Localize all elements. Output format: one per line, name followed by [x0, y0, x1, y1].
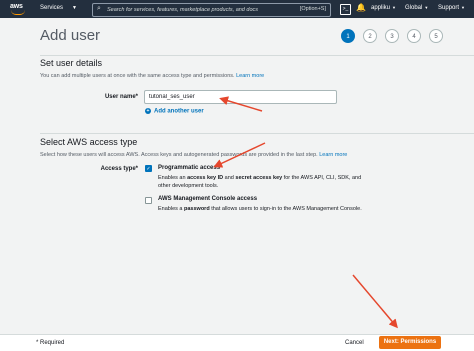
step-1[interactable]: 1: [341, 29, 355, 43]
cancel-button[interactable]: Cancel: [345, 340, 364, 346]
search-icon: ⌕: [97, 5, 101, 12]
details-section-title: Set user details: [40, 58, 103, 68]
bell-icon[interactable]: 🔔: [356, 3, 366, 12]
username-label: User name*: [104, 94, 138, 100]
required-note: * Required: [36, 340, 65, 346]
account-menu[interactable]: appliku ▼: [371, 5, 396, 11]
programmatic-desc-prefix: Enables an: [158, 175, 188, 181]
aws-logo-text: aws: [10, 3, 23, 10]
console-desc-password: password: [184, 206, 210, 212]
aws-smile-icon: [11, 10, 25, 15]
search-input[interactable]: [107, 4, 277, 16]
aws-logo[interactable]: aws: [10, 3, 28, 15]
add-another-user-label: Add another user: [154, 108, 204, 115]
section-divider: [40, 133, 474, 134]
check-icon: ✓: [146, 166, 151, 172]
programmatic-access-title[interactable]: Programmatic access: [158, 165, 220, 171]
plus-icon: +: [145, 108, 151, 114]
region-name: Global: [405, 5, 423, 11]
console-desc-suffix: that allows users to sign-in to the AWS …: [209, 206, 362, 212]
wizard-footer: * Required Cancel Next: Permissions: [0, 334, 474, 351]
region-caret-icon: ▼: [424, 5, 429, 10]
details-description: You can add multiple users at once with …: [40, 73, 264, 79]
support-label: Support: [438, 5, 460, 11]
details-learn-more-link[interactable]: Learn more: [236, 73, 264, 79]
details-description-text: You can add multiple users at once with …: [40, 73, 235, 79]
programmatic-desc-mid: and: [223, 175, 236, 181]
access-type-label: Access type*: [100, 166, 138, 172]
access-learn-more-link[interactable]: Learn more: [319, 152, 347, 158]
services-caret-icon[interactable]: ▼: [72, 5, 77, 11]
programmatic-access-checkbox[interactable]: ✓: [145, 165, 152, 172]
support-caret-icon: ▼: [461, 5, 465, 10]
top-nav-bar: aws Services ▼ ⌕ [Option+S] >_ 🔔 appliku…: [0, 0, 474, 18]
page-title: Add user: [40, 27, 101, 44]
programmatic-desc-suffix: for the AWS API, CLI, SDK, and: [282, 175, 362, 181]
console-access-title[interactable]: AWS Management Console access: [158, 196, 257, 202]
step-3[interactable]: 3: [385, 29, 399, 43]
account-caret-icon: ▼: [392, 5, 396, 10]
access-description-text: Select how these users will access AWS. …: [40, 152, 318, 158]
programmatic-desc-secret-key: secret access key: [235, 175, 283, 181]
step-4[interactable]: 4: [407, 29, 421, 43]
cloudshell-icon[interactable]: >_: [340, 4, 351, 15]
access-description: Select how these users will access AWS. …: [40, 152, 347, 158]
console-desc-prefix: Enables a: [158, 206, 184, 212]
add-another-user-link[interactable]: + Add another user: [145, 108, 204, 115]
search-shortcut-hint: [Option+S]: [299, 6, 326, 12]
console-access-description: Enables a password that allows users to …: [158, 205, 408, 213]
step-5[interactable]: 5: [429, 29, 443, 43]
arrow-annotation: [352, 274, 398, 329]
access-section-title: Select AWS access type: [40, 137, 138, 147]
programmatic-desc-line2: other development tools.: [158, 183, 219, 189]
account-name: appliku: [371, 5, 391, 11]
support-menu[interactable]: Support ▼: [438, 5, 465, 11]
programmatic-access-description: Enables an access key ID and secret acce…: [158, 174, 408, 190]
username-input[interactable]: [144, 90, 337, 104]
next-permissions-button[interactable]: Next: Permissions: [379, 336, 441, 349]
section-divider: [40, 55, 474, 56]
search-box[interactable]: ⌕ [Option+S]: [92, 3, 331, 17]
step-2[interactable]: 2: [363, 29, 377, 43]
region-menu[interactable]: Global ▼: [405, 5, 428, 11]
console-access-checkbox[interactable]: [145, 197, 152, 204]
services-menu[interactable]: Services: [40, 5, 63, 11]
programmatic-desc-access-key: access key ID: [187, 175, 224, 181]
